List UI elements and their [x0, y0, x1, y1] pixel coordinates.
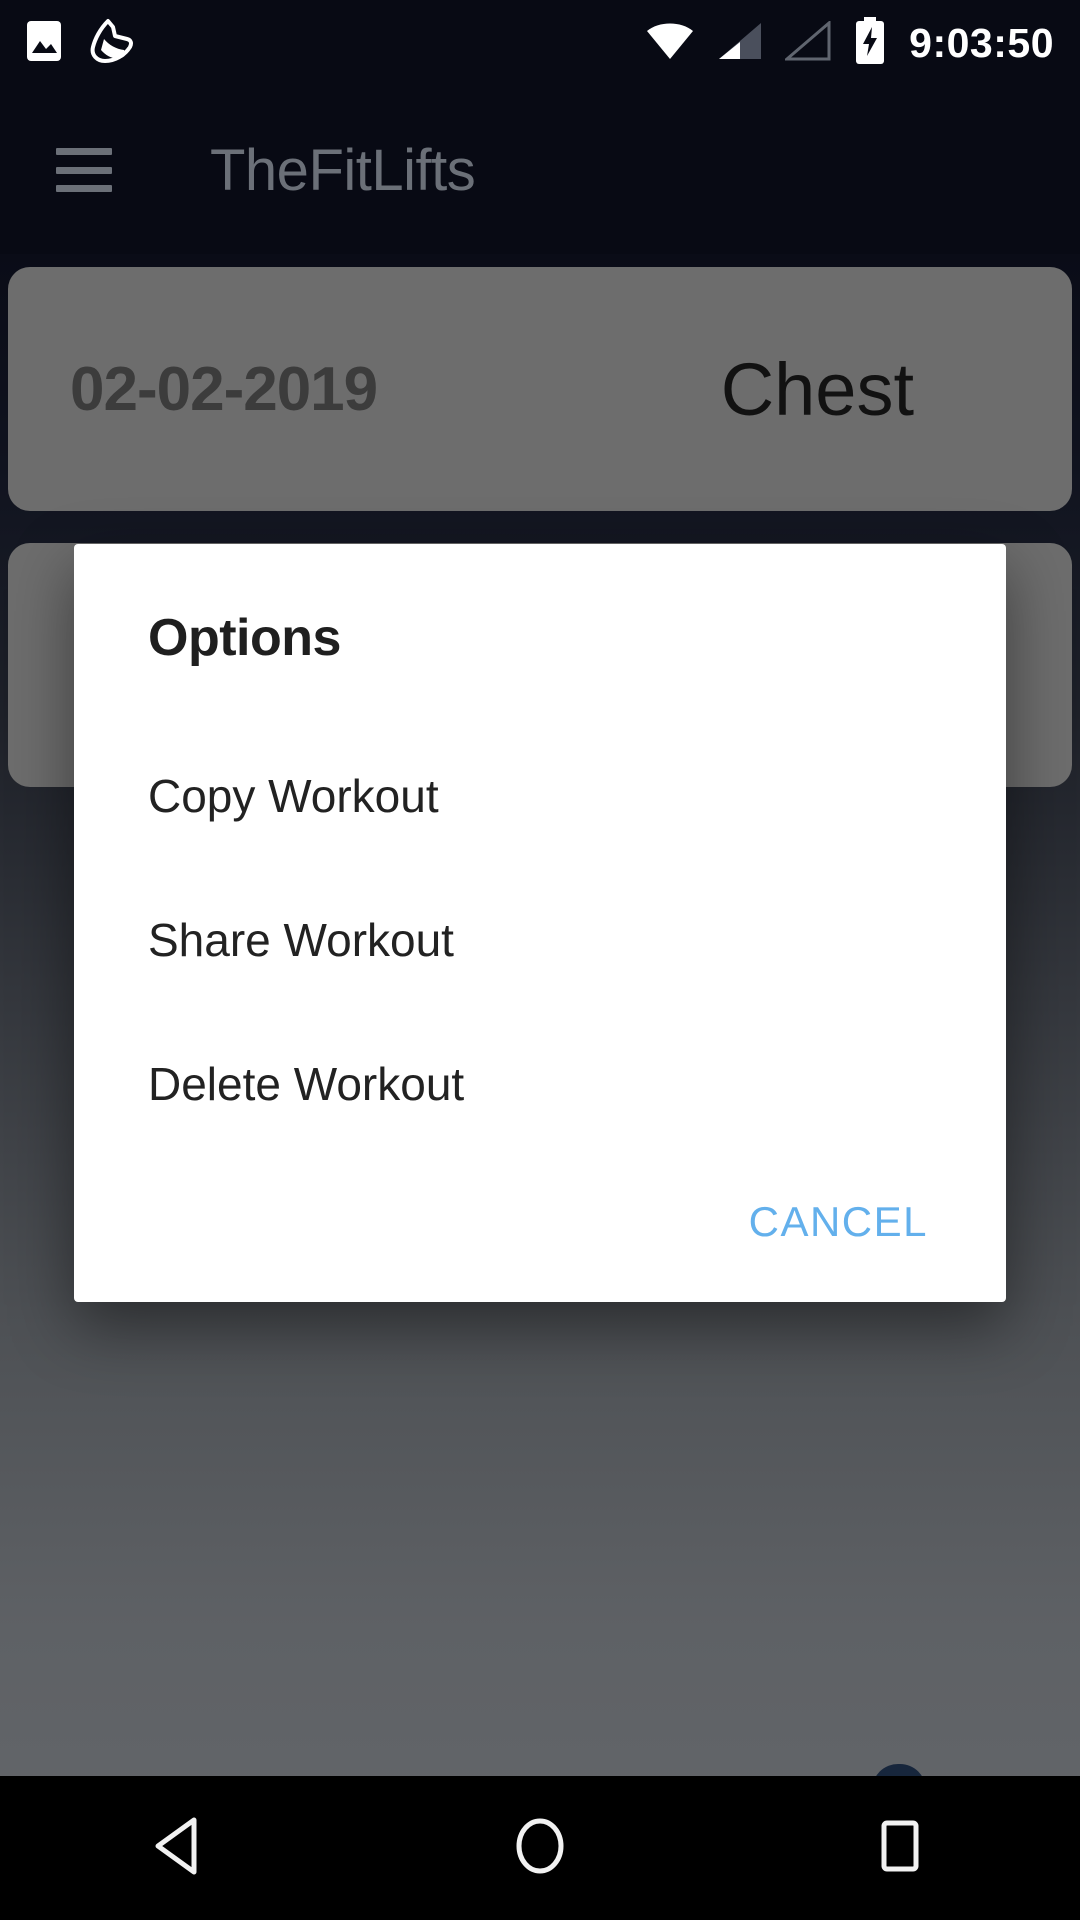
home-button[interactable] [465, 1776, 615, 1920]
dialog-item-share-workout[interactable]: Share Workout [74, 868, 1006, 1012]
back-button[interactable] [105, 1776, 255, 1920]
signal-icon [717, 21, 763, 66]
dialog-actions: CANCEL [743, 1188, 934, 1256]
status-bar: 9:03:50 [0, 0, 1080, 86]
battery-charging-icon [853, 16, 887, 70]
signal-empty-icon [783, 19, 831, 66]
status-bar-clock: 9:03:50 [909, 19, 1054, 66]
home-circle-icon [512, 1816, 568, 1881]
phone-screen: 9:03:50 TheFitLifts 02-02-2019 Chest Opt… [0, 0, 1080, 1920]
dialog-item-list: Copy Workout Share Workout Delete Workou… [74, 724, 1006, 1156]
shoe-icon [86, 17, 138, 70]
image-icon [24, 19, 64, 68]
navigation-bar [0, 1776, 1080, 1920]
back-triangle-icon [152, 1816, 208, 1881]
recents-square-icon [874, 1817, 926, 1880]
options-dialog: Options Copy Workout Share Workout Delet… [74, 544, 1006, 1302]
dialog-item-copy-workout[interactable]: Copy Workout [74, 724, 1006, 868]
status-bar-left-icons [0, 17, 138, 70]
wifi-icon [645, 21, 695, 66]
dialog-title: Options [148, 609, 341, 667]
recents-button[interactable] [825, 1776, 975, 1920]
dialog-item-delete-workout[interactable]: Delete Workout [74, 1012, 1006, 1156]
cancel-button[interactable]: CANCEL [743, 1188, 934, 1256]
status-bar-right-icons: 9:03:50 [645, 16, 1080, 70]
